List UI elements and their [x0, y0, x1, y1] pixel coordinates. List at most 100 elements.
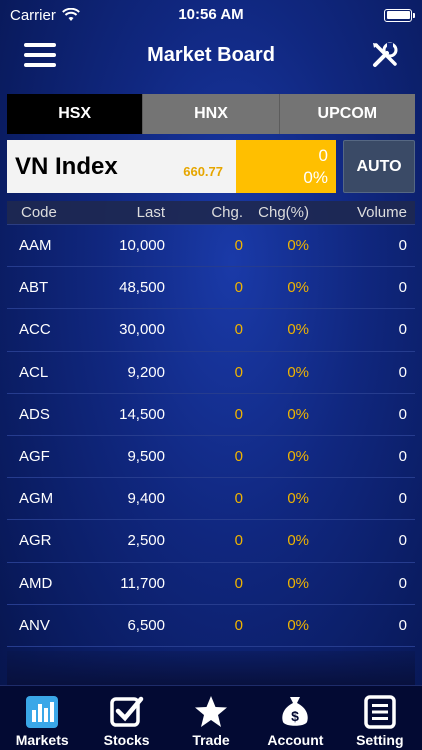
tab-label: Account	[267, 732, 324, 748]
tab-label: Setting	[356, 732, 404, 748]
table-row[interactable]: ACC 30,000 0 0% 0	[7, 309, 415, 352]
cell-last: 9,400	[127, 490, 165, 508]
cell-volume: 0	[398, 237, 407, 255]
table-row[interactable]: ADS 14,500 0 0% 0	[7, 394, 415, 436]
cell-volume: 0	[398, 616, 407, 634]
cell-code: AGR	[19, 532, 52, 550]
cell-last: 9,200	[127, 363, 165, 381]
table-header: Code Last Chg. Chg(%) Volume	[7, 201, 415, 225]
cell-code: ADS	[19, 405, 50, 423]
cell-volume: 0	[398, 321, 407, 339]
tab-label: Trade	[192, 732, 230, 748]
cell-code: AGM	[19, 490, 54, 508]
star-icon	[195, 696, 228, 727]
cell-code: ACC	[19, 321, 51, 339]
tab-trade[interactable]: Trade	[169, 686, 253, 750]
index-box[interactable]: VN Index 660.77	[7, 140, 236, 193]
index-value: 660.77	[183, 164, 223, 179]
tab-markets[interactable]: Markets	[0, 686, 84, 750]
cell-code: AGF	[19, 448, 50, 466]
bar-chart-icon	[26, 696, 59, 728]
cell-chg-pct: 0%	[287, 490, 309, 508]
cell-chg-pct: 0%	[287, 574, 309, 592]
cell-volume: 0	[398, 279, 407, 297]
money-bag-icon: $	[282, 697, 309, 726]
cell-chg: 0	[234, 448, 243, 466]
table-row-partial	[7, 651, 415, 685]
cell-chg-pct: 0%	[287, 237, 309, 255]
status-time: 10:56 AM	[178, 6, 244, 23]
table-row[interactable]: ACL 9,200 0 0% 0	[7, 352, 415, 394]
table-row[interactable]: AGR 2,500 0 0% 0	[7, 520, 415, 563]
cell-chg-pct: 0%	[287, 321, 309, 339]
market-table: Code Last Chg. Chg(%) Volume AAM 10,000 0 0…	[7, 201, 415, 647]
cell-volume: 0	[398, 490, 407, 508]
cell-last: 30,000	[119, 321, 165, 339]
table-row[interactable]: ABT 48,500 0 0% 0	[7, 267, 415, 310]
tab-hnx[interactable]: HNX	[142, 94, 279, 134]
cell-volume: 0	[398, 363, 407, 381]
cell-chg-pct: 0%	[287, 363, 309, 381]
table-row[interactable]: AMD 11,700 0 0% 0	[7, 563, 415, 605]
index-name: VN Index	[15, 153, 118, 180]
cell-volume: 0	[398, 532, 407, 550]
tab-setting[interactable]: Setting	[338, 686, 422, 750]
cell-last: 2,500	[127, 532, 165, 550]
header-chg[interactable]: Chg.	[165, 204, 243, 221]
cell-chg: 0	[234, 279, 243, 297]
tab-stocks[interactable]: Stocks	[84, 686, 168, 750]
cell-code: ABT	[19, 279, 49, 297]
cell-chg: 0	[234, 532, 243, 550]
tab-label: Stocks	[103, 732, 150, 748]
cell-volume: 0	[398, 448, 407, 466]
table-row[interactable]: AGM 9,400 0 0% 0	[7, 478, 415, 521]
cell-chg: 0	[234, 616, 243, 634]
cell-last: 6,500	[127, 616, 165, 634]
screen: Carrier 10:56 AM Market Board HSX HNX UP…	[0, 0, 422, 750]
cell-chg-pct: 0%	[287, 405, 309, 423]
bottom-tab-bar: Markets Stocks Trade $ Account Setting	[0, 685, 422, 750]
header-last[interactable]: Last	[87, 204, 165, 221]
nav-bar: Market Board	[0, 30, 422, 82]
tab-account[interactable]: $ Account	[253, 686, 337, 750]
cell-last: 14,500	[119, 405, 165, 423]
cell-chg: 0	[234, 490, 243, 508]
tab-label: Markets	[15, 732, 69, 748]
tools-icon[interactable]	[370, 40, 400, 70]
cell-last: 48,500	[119, 279, 165, 297]
index-change: 0	[318, 146, 328, 165]
cell-chg-pct: 0%	[287, 532, 309, 550]
cell-last: 10,000	[119, 237, 165, 255]
cell-chg-pct: 0%	[287, 616, 309, 634]
cell-code: ANV	[19, 616, 50, 634]
cell-chg: 0	[234, 363, 243, 381]
checkbox-icon	[109, 696, 143, 727]
header-volume[interactable]: Volume	[309, 204, 415, 221]
page-title: Market Board	[147, 44, 275, 66]
table-row[interactable]: ANV 6,500 0 0% 0	[7, 605, 415, 647]
list-icon	[364, 695, 396, 729]
index-change-pct: 0%	[303, 168, 328, 187]
cell-code: ACL	[19, 363, 49, 381]
cell-chg-pct: 0%	[287, 448, 309, 466]
tab-hsx[interactable]: HSX	[7, 94, 143, 134]
cell-code: AMD	[19, 574, 53, 592]
tab-upcom[interactable]: UPCOM	[278, 94, 415, 134]
cell-last: 9,500	[127, 448, 165, 466]
auto-button[interactable]: AUTO	[343, 140, 415, 193]
cell-chg: 0	[234, 574, 243, 592]
header-code[interactable]: Code	[7, 204, 87, 221]
index-summary: VN Index 660.77 0 0% AUTO	[7, 140, 415, 193]
cell-chg-pct: 0%	[287, 279, 309, 297]
table-row[interactable]: AAM 10,000 0 0% 0	[7, 225, 415, 268]
exchange-tabs: HSX HNX UPCOM	[7, 94, 415, 134]
svg-text:$: $	[292, 708, 300, 724]
cell-code: AAM	[19, 237, 52, 255]
cell-chg: 0	[234, 405, 243, 423]
cell-last: 11,700	[120, 574, 165, 592]
index-change-box: 0 0%	[236, 140, 336, 193]
table-row[interactable]: AGF 9,500 0 0% 0	[7, 436, 415, 479]
cell-volume: 0	[398, 574, 407, 592]
cell-chg: 0	[234, 321, 243, 339]
header-chg-pct[interactable]: Chg(%)	[243, 204, 309, 221]
